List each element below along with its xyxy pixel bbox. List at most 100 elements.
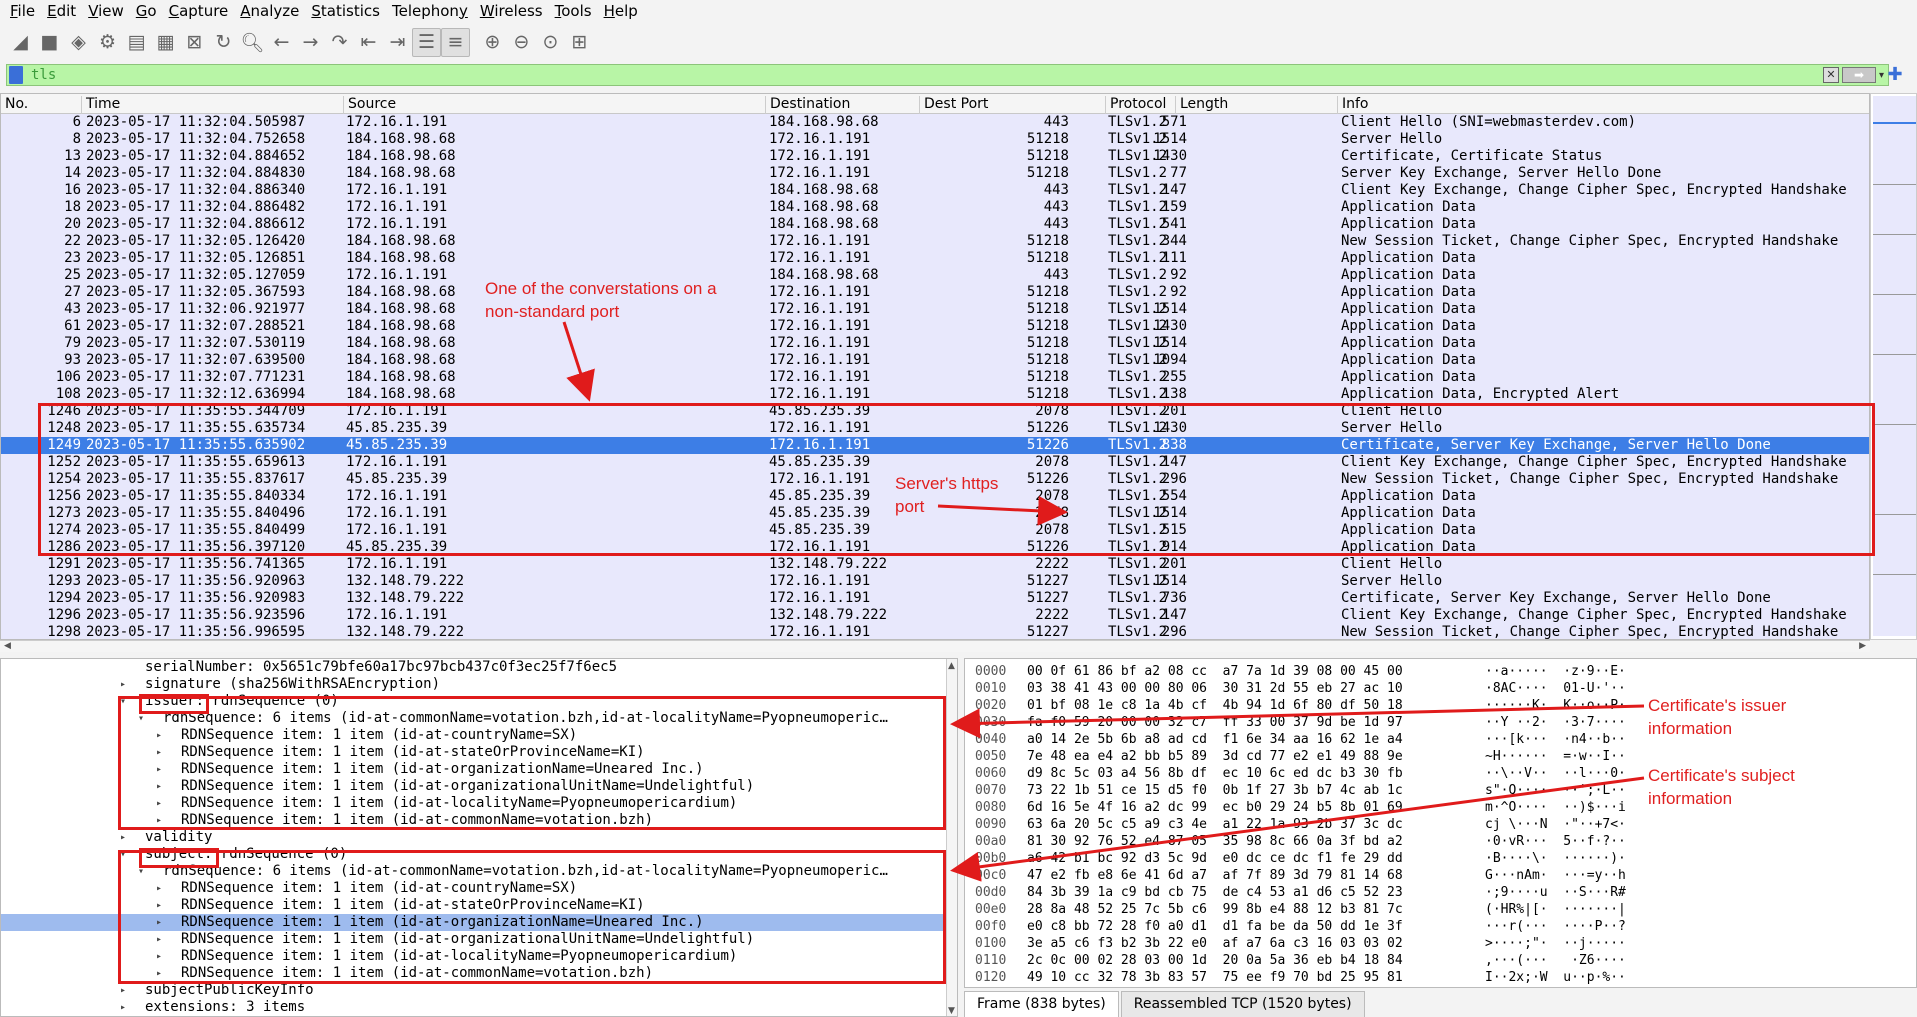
hex-row[interactable]: 00f0 e0 c8 bb 72 28 f0 a0 d1 d1 fa be da … (965, 918, 1895, 935)
tab-reassembled-tcp[interactable]: Reassembled TCP (1520 bytes) (1120, 991, 1365, 1017)
hex-row[interactable]: 0120 49 10 cc 32 78 3b 83 57 75 ee f9 70 … (965, 969, 1895, 986)
stop-capture-icon[interactable]: ■ (35, 28, 64, 57)
column-header-time[interactable]: Time (81, 96, 120, 114)
packet-time: 2023-05-17 11:32:04.886340 (86, 182, 306, 198)
packet-row[interactable]: 61 2023-05-17 11:32:07.288521 184.168.98.6… (1, 318, 1869, 335)
capture-options-icon[interactable]: ⚙ (93, 28, 122, 57)
hex-row[interactable]: 0000 00 0f 61 86 bf a2 08 cc a7 7a 1d 39 … (965, 663, 1895, 680)
menu-item-tools[interactable]: Tools (549, 2, 598, 20)
packet-row[interactable]: 1296 2023-05-17 11:35:56.923596 172.16.1.1… (1, 607, 1869, 624)
column-header-info[interactable]: Info (1337, 96, 1369, 114)
menu-item-view[interactable]: View (82, 2, 130, 20)
close-file-icon[interactable]: ⊠ (180, 28, 209, 57)
packet-row[interactable]: 20 2023-05-17 11:32:04.886612 172.16.1.191… (1, 216, 1869, 233)
column-header-no[interactable]: No. (1, 96, 28, 114)
packet-row[interactable]: 1294 2023-05-17 11:35:56.920983 132.148.79… (1, 590, 1869, 607)
packet-row[interactable]: 93 2023-05-17 11:32:07.639500 184.168.98.6… (1, 352, 1869, 369)
apply-filter-icon[interactable]: ➡ (1841, 67, 1876, 83)
packet-row[interactable]: 1291 2023-05-17 11:35:56.741365 172.16.1.1… (1, 556, 1869, 573)
colorize-icon[interactable]: ≡ (441, 27, 470, 57)
resize-columns-icon[interactable]: ⊞ (565, 28, 594, 57)
packet-row[interactable]: 23 2023-05-17 11:32:05.126851 184.168.98.6… (1, 250, 1869, 267)
packet-row[interactable]: 22 2023-05-17 11:32:05.126420 184.168.98.6… (1, 233, 1869, 250)
details-scrollbar[interactable]: ▲ ▼ (946, 659, 957, 1016)
hex-row[interactable]: 0050 7e 48 ea e4 a2 bb b5 89 3d cd 77 e2 … (965, 748, 1895, 765)
filter-bookmark-icon[interactable] (9, 66, 23, 84)
collapsed-arrow-icon[interactable]: ▸ (120, 999, 126, 1016)
packet-list-hscrollbar[interactable]: ◀ ▶ (0, 640, 1870, 652)
packet-row[interactable]: 27 2023-05-17 11:32:05.367593 184.168.98.6… (1, 284, 1869, 301)
restart-capture-icon[interactable]: ◈ (64, 28, 93, 57)
packet-row[interactable]: 6 2023-05-17 11:32:04.505987 172.16.1.191 1… (1, 114, 1869, 131)
menu-item-help[interactable]: Help (598, 2, 644, 20)
hex-row[interactable]: 00c0 47 e2 fb e8 6e 41 6d a7 af 7f 89 3d … (965, 867, 1895, 884)
column-header-protocol[interactable]: Protocol (1105, 96, 1166, 114)
find-packet-icon[interactable]: 🔍︎ (238, 28, 267, 57)
display-filter-input[interactable]: tls (31, 67, 56, 83)
column-header-destination[interactable]: Destination (765, 96, 850, 114)
menu-item-capture[interactable]: Capture (163, 2, 235, 20)
packet-row[interactable]: 13 2023-05-17 11:32:04.884652 184.168.98.6… (1, 148, 1869, 165)
hex-row[interactable]: 0100 3e a5 c6 f3 b2 3b 22 e0 af a7 6a c3 … (965, 935, 1895, 952)
add-filter-button-icon[interactable]: ✚ (1884, 64, 1906, 86)
menu-item-statistics[interactable]: Statistics (305, 2, 386, 20)
packet-row[interactable]: 108 2023-05-17 11:32:12.636994 184.168.98.… (1, 386, 1869, 403)
tab-frame-bytes[interactable]: Frame (838 bytes) (964, 991, 1119, 1017)
save-file-icon[interactable]: ▦ (151, 28, 180, 57)
packet-row[interactable]: 1293 2023-05-17 11:35:56.920963 132.148.79… (1, 573, 1869, 590)
menu-item-go[interactable]: Go (130, 2, 163, 20)
packet-minimap[interactable] (1870, 93, 1917, 640)
column-header-length[interactable]: Length (1175, 96, 1228, 114)
menu-item-wireless[interactable]: Wireless (474, 2, 549, 20)
packet-row[interactable]: 79 2023-05-17 11:32:07.530119 184.168.98.6… (1, 335, 1869, 352)
zoom-out-icon[interactable]: ⊖ (507, 28, 536, 57)
autoscroll-icon[interactable]: ☰ (412, 27, 441, 57)
scroll-right-icon[interactable]: ▶ (1859, 641, 1866, 651)
packet-dest-port: 2222 (1035, 607, 1069, 623)
hex-row[interactable]: 00e0 28 8a 48 52 25 7c 5b c6 99 8b e4 88 … (965, 901, 1895, 918)
menu-item-file[interactable]: File (4, 2, 41, 20)
detail-tree-item[interactable]: ▸ extensions: 3 items (1, 999, 946, 1016)
menu-item-telephony[interactable]: Telephony (386, 2, 474, 20)
packet-row[interactable]: 43 2023-05-17 11:32:06.921977 184.168.98.6… (1, 301, 1869, 318)
hex-row[interactable]: 0090 63 6a 20 5c c5 a9 c3 4e a1 22 1a 93 … (965, 816, 1895, 833)
packet-row[interactable]: 25 2023-05-17 11:32:05.127059 172.16.1.191… (1, 267, 1869, 284)
hex-row[interactable]: 00a0 81 30 92 76 52 e4 87 05 35 98 8c 66 … (965, 833, 1895, 850)
scroll-down-icon[interactable]: ▼ (948, 1006, 955, 1016)
packet-info: Application Data (1341, 216, 1476, 232)
menu-item-edit[interactable]: Edit (41, 2, 82, 20)
scroll-left-icon[interactable]: ◀ (4, 641, 11, 651)
hex-row[interactable]: 00d0 84 3b 39 1a c9 bd cb 75 de c4 53 a1 … (965, 884, 1895, 901)
hex-row[interactable]: 00b0 a6 42 b1 bc 92 d3 5c 9d e0 dc ce dc … (965, 850, 1895, 867)
hex-row[interactable]: 0110 2c 0c 00 02 28 03 00 1d 20 0a 5a 36 … (965, 952, 1895, 969)
display-filter-bar[interactable]: tls ✕ ➡ ▾ (6, 64, 1889, 86)
packet-row[interactable]: 106 2023-05-17 11:32:07.771231 184.168.98.… (1, 369, 1869, 386)
scroll-up-icon[interactable]: ▲ (948, 661, 955, 671)
normal-size-icon[interactable]: ⊙ (536, 28, 565, 57)
zoom-in-icon[interactable]: ⊕ (478, 28, 507, 57)
go-back-icon[interactable]: ← (267, 28, 296, 57)
reload-file-icon[interactable]: ↻ (209, 28, 238, 57)
go-last-icon[interactable]: ⇥ (383, 28, 412, 57)
detail-tree-item[interactable]: ▸ subjectPublicKeyInfo (1, 982, 946, 999)
menu-item-analyze[interactable]: Analyze (234, 2, 305, 20)
packet-row[interactable]: 14 2023-05-17 11:32:04.884830 184.168.98.6… (1, 165, 1869, 182)
collapsed-arrow-icon[interactable]: ▸ (120, 676, 126, 693)
detail-tree-item[interactable]: ▸ validity (1, 829, 946, 846)
collapsed-arrow-icon[interactable]: ▸ (120, 982, 126, 999)
column-header-source[interactable]: Source (343, 96, 396, 114)
go-to-packet-icon[interactable]: ↷ (325, 28, 354, 57)
clear-filter-icon[interactable]: ✕ (1822, 67, 1839, 83)
detail-tree-item[interactable]: serialNumber: 0x5651c79bfe60a17bc97bcb43… (1, 659, 946, 676)
packet-row[interactable]: 8 2023-05-17 11:32:04.752658 184.168.98.68… (1, 131, 1869, 148)
collapsed-arrow-icon[interactable]: ▸ (120, 829, 126, 846)
open-file-icon[interactable]: ▤ (122, 28, 151, 57)
packet-row[interactable]: 18 2023-05-17 11:32:04.886482 172.16.1.191… (1, 199, 1869, 216)
packet-row[interactable]: 16 2023-05-17 11:32:04.886340 172.16.1.191… (1, 182, 1869, 199)
column-header-dest-port[interactable]: Dest Port (919, 96, 988, 114)
detail-tree-item[interactable]: ▸ signature (sha256WithRSAEncryption) (1, 676, 946, 693)
go-forward-icon[interactable]: → (296, 28, 325, 57)
packet-row[interactable]: 1298 2023-05-17 11:35:56.996595 132.148.79… (1, 624, 1869, 639)
go-first-icon[interactable]: ⇤ (354, 28, 383, 57)
start-capture-icon[interactable]: ◢ (6, 28, 35, 57)
